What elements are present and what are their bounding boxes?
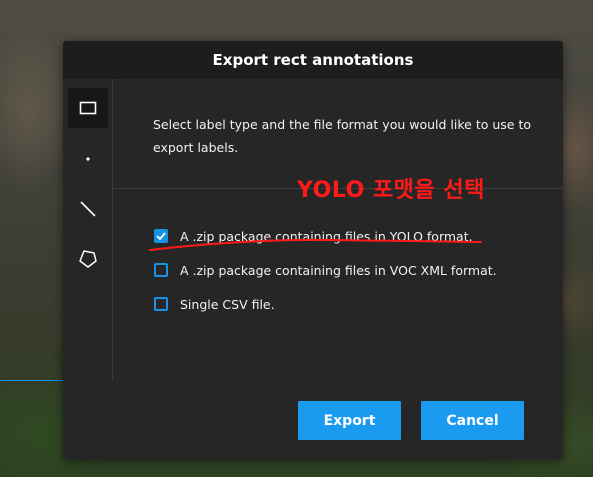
option-label-csv: Single CSV file. — [180, 296, 275, 312]
export-button[interactable]: Export — [298, 401, 401, 440]
tool-rectangle[interactable] — [68, 88, 108, 128]
option-voc-xml[interactable]: A .zip package containing files in VOC X… — [154, 260, 497, 280]
checkbox-yolo[interactable] — [154, 229, 168, 243]
option-label-voc-xml: A .zip package containing files in VOC X… — [180, 262, 497, 278]
background-image: Export rect annotations Select label typ… — [0, 0, 593, 477]
checkbox-csv[interactable] — [154, 297, 168, 311]
checkmark-icon — [156, 232, 166, 240]
polygon-icon — [79, 250, 97, 268]
cancel-button[interactable]: Cancel — [421, 401, 524, 440]
dialog-title: Export rect annotations — [212, 51, 414, 69]
dialog-description: Select label type and the file format yo… — [153, 117, 531, 155]
option-yolo[interactable]: A .zip package containing files in YOLO … — [154, 226, 473, 246]
point-icon — [86, 157, 90, 161]
tool-point[interactable] — [68, 139, 108, 179]
option-label-yolo: A .zip package containing files in YOLO … — [180, 228, 473, 244]
rectangle-icon — [79, 101, 97, 115]
dialog-header: Export rect annotations — [63, 41, 563, 79]
background-edge-line — [0, 380, 63, 381]
line-icon — [80, 201, 96, 217]
option-csv[interactable]: Single CSV file. — [154, 294, 275, 314]
label-type-rail — [63, 79, 113, 381]
export-dialog: Export rect annotations Select label typ… — [63, 41, 563, 459]
checkbox-voc-xml[interactable] — [154, 263, 168, 277]
tool-line[interactable] — [68, 189, 108, 229]
tool-polygon[interactable] — [68, 239, 108, 279]
annotation-text: YOLO 포맷을 선택 — [297, 178, 485, 203]
